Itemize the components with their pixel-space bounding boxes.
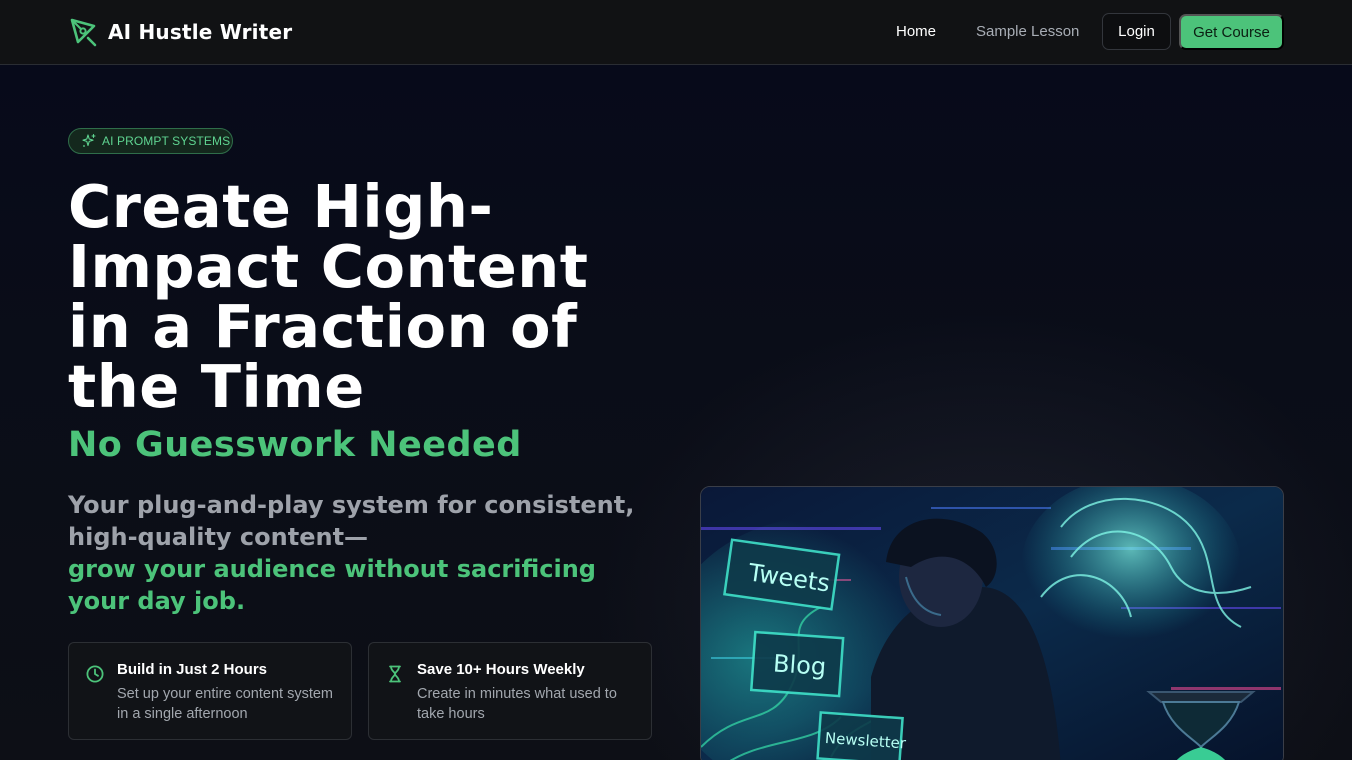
pen-logo-icon: [70, 18, 97, 47]
brand[interactable]: AI Hustle Writer: [68, 16, 292, 48]
login-button[interactable]: Login: [1102, 13, 1171, 50]
nav-link-sample-lesson[interactable]: Sample Lesson: [976, 22, 1079, 42]
hero-headline: Create High-Impact Content in a Fraction…: [68, 172, 589, 421]
feature-title: Build in Just 2 Hours: [117, 661, 268, 678]
category-badge: AI PROMPT SYSTEMS: [68, 128, 233, 154]
hero-illustration: Tweets Blog Newsletter: [700, 486, 1284, 760]
description-highlight: grow your audience without sacrificing y…: [68, 555, 596, 615]
feature-text: Set up your entire content system in a s…: [117, 686, 333, 722]
description-main: Your plug-and-play system for consistent…: [68, 491, 635, 551]
feature-card-build: Build in Just 2 Hours Set up your entire…: [68, 642, 352, 740]
feature-title: Save 10+ Hours Weekly: [417, 661, 585, 678]
illustration-artwork: Tweets Blog Newsletter: [701, 487, 1283, 760]
clock-icon: [86, 665, 104, 683]
top-nav: AI Hustle Writer Home Sample Lesson Logi…: [0, 0, 1352, 65]
nav-link-home[interactable]: Home: [896, 22, 936, 42]
hourglass-icon: [389, 665, 401, 683]
get-course-button[interactable]: Get Course: [1179, 14, 1284, 50]
sign-blog: Blog: [772, 649, 827, 681]
badge-label: AI PROMPT SYSTEMS: [102, 134, 231, 148]
feature-text: Create in minutes what used to take hour…: [417, 686, 617, 722]
brand-name: AI Hustle Writer: [108, 20, 293, 44]
hero-description: Your plug-and-play system for consistent…: [68, 489, 658, 617]
hero-subheadline: No Guesswork Needed: [68, 425, 522, 465]
feature-card-save: Save 10+ Hours Weekly Create in minutes …: [368, 642, 652, 740]
sparkles-icon: [82, 133, 96, 147]
